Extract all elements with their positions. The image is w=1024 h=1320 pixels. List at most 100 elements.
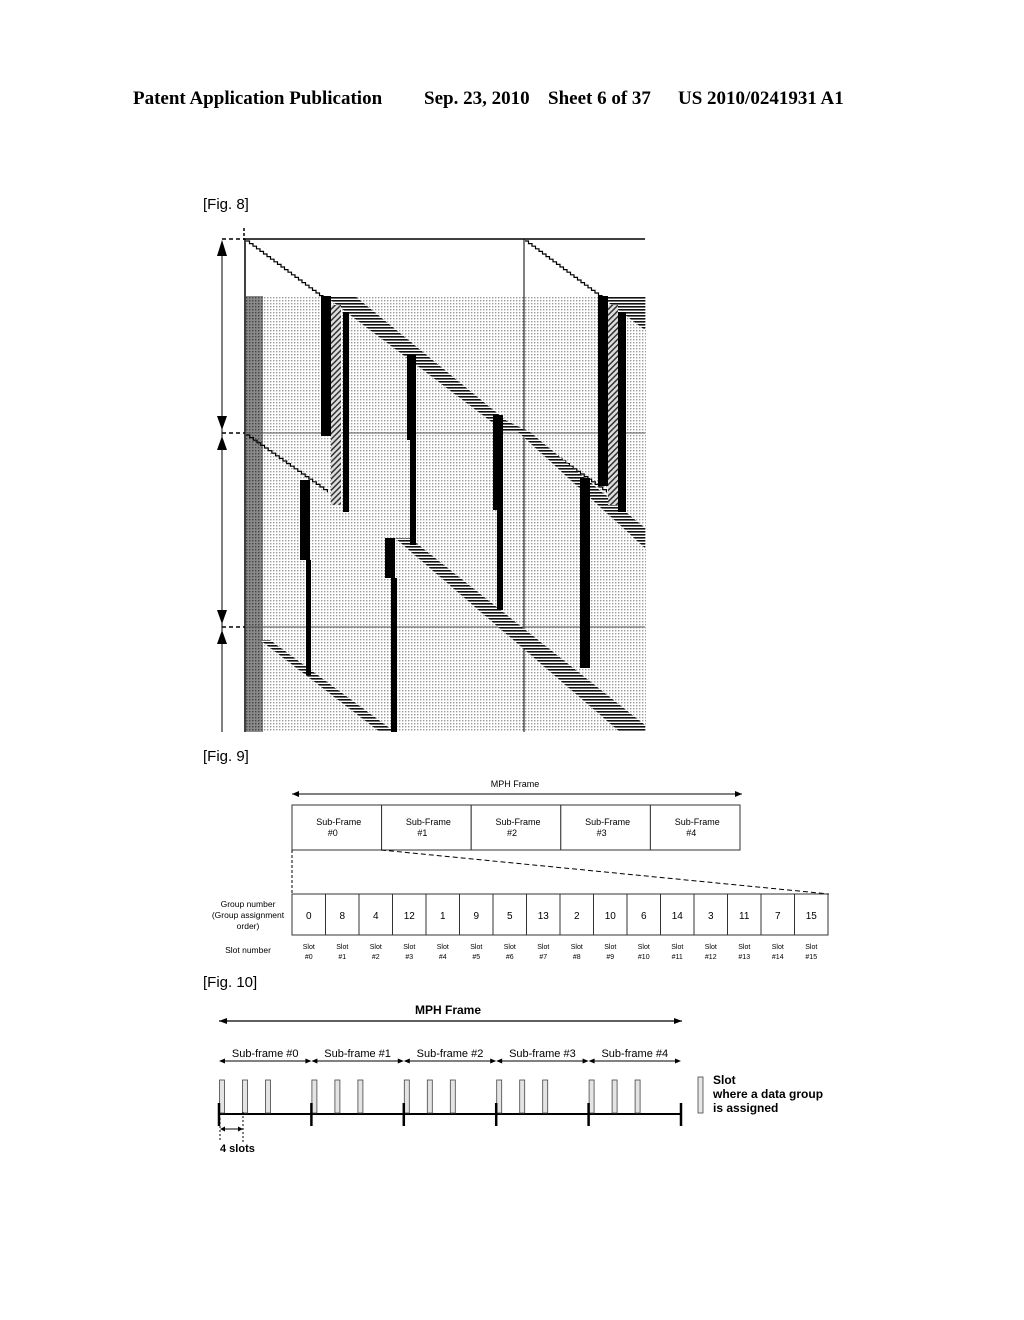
slot-row-label: Slot number	[225, 945, 271, 955]
group-row-label-2: (Group assignment	[212, 910, 285, 920]
fig8-bar	[493, 415, 503, 510]
subframe-label: Sub-Frame	[495, 817, 540, 827]
group-number: 7	[775, 911, 781, 922]
right-arrow-icon	[675, 1058, 681, 1064]
slot-number: #1	[338, 954, 346, 961]
legend-line-3: is assigned	[713, 1101, 778, 1115]
group-cell: 13 Slot #7	[526, 893, 561, 961]
subframe-label: Sub-Frame	[675, 817, 720, 827]
right-arrow-icon	[305, 1058, 312, 1064]
group-cell: 15 Slot #15	[794, 893, 829, 961]
down-arrow-icon	[217, 416, 227, 430]
assigned-slot	[496, 1079, 503, 1114]
slot-prefix: Slot	[638, 944, 650, 951]
slot-number: #13	[738, 954, 750, 961]
slot-number: #0	[305, 954, 313, 961]
right-arrow-icon	[490, 1058, 497, 1064]
up-arrow-icon	[217, 240, 227, 256]
slot-prefix: Slot	[738, 944, 750, 951]
group-number: 11	[739, 911, 750, 922]
subframe-cell: Sub-Frame#3	[560, 804, 651, 851]
slot-prefix: Slot	[671, 944, 683, 951]
subframe-number: #4	[686, 828, 696, 838]
slot-number: #9	[606, 954, 614, 961]
group-cell: 8 Slot #1	[325, 893, 360, 961]
left-arrow-icon	[219, 1018, 227, 1024]
fig8-bar	[385, 538, 395, 578]
left-arrow-icon	[292, 791, 299, 797]
fig10-frame-label: MPH Frame	[415, 1003, 481, 1017]
slot-prefix: Slot	[604, 944, 616, 951]
slot-prefix: Slot	[805, 944, 817, 951]
fig10-subframe: Sub-frame #2	[403, 1048, 497, 1064]
assigned-slot	[334, 1079, 341, 1114]
subframe-label: Sub-Frame	[585, 817, 630, 827]
group-cell: 9 Slot #5	[459, 893, 494, 961]
fig8-bar	[300, 480, 310, 560]
four-slots-label: 4 slots	[220, 1143, 255, 1155]
assigned-slot	[519, 1079, 526, 1114]
left-arrow-icon	[588, 1058, 595, 1064]
slot-prefix: Slot	[437, 944, 449, 951]
subframe-label: Sub-Frame	[406, 817, 451, 827]
slot-number: #5	[472, 954, 480, 961]
group-number: 13	[538, 911, 550, 922]
assigned-slot	[449, 1079, 456, 1114]
right-arrow-icon	[238, 1126, 243, 1132]
slot-number: #3	[405, 954, 413, 961]
group-row-label-1: Group number	[221, 899, 276, 909]
assigned-slot	[588, 1079, 595, 1114]
legend-line-1: Slot	[713, 1073, 736, 1087]
fig8-bar	[306, 560, 311, 675]
subframe-number: #2	[507, 828, 517, 838]
left-arrow-icon	[496, 1058, 503, 1064]
up-arrow-icon	[217, 630, 227, 644]
right-arrow-icon	[397, 1058, 404, 1064]
fig8-bar	[407, 355, 416, 440]
slot-prefix: Slot	[504, 944, 516, 951]
slot-number: #10	[638, 954, 650, 961]
group-cell: 12 Slot #3	[392, 893, 427, 961]
assigned-slot	[634, 1079, 641, 1114]
group-number: 2	[574, 911, 580, 922]
group-number: 10	[605, 911, 617, 922]
subframe-number: #0	[328, 828, 338, 838]
group-number: 14	[672, 911, 684, 922]
slot-number: #7	[539, 954, 547, 961]
slot-prefix: Slot	[303, 944, 315, 951]
fig10-subframe-label: Sub-frame #1	[324, 1048, 391, 1060]
assigned-slot	[426, 1079, 433, 1114]
slot-number: #15	[805, 954, 817, 961]
group-number: 4	[373, 911, 379, 922]
right-arrow-icon	[735, 791, 742, 797]
fig8-bar	[580, 478, 590, 668]
group-cell: 10 Slot #9	[593, 893, 628, 961]
group-number: 0	[306, 911, 312, 922]
slot-prefix: Slot	[537, 944, 549, 951]
group-cell: 3 Slot #12	[693, 893, 728, 961]
assigned-slot	[611, 1079, 618, 1114]
legend-slot-swatch	[697, 1076, 704, 1114]
fig9-frame-label: MPH Frame	[491, 779, 540, 789]
slot-prefix: Slot	[403, 944, 415, 951]
subframe-number: #1	[417, 828, 427, 838]
group-number: 15	[806, 911, 818, 922]
assigned-slot	[265, 1079, 271, 1114]
group-cell: 14 Slot #11	[660, 893, 695, 961]
slot-number: #4	[439, 954, 447, 961]
assigned-slot	[357, 1079, 364, 1114]
group-row-label-3: order)	[237, 921, 260, 931]
group-number: 8	[339, 911, 345, 922]
fig8-staircase-1	[246, 240, 324, 299]
slot-prefix: Slot	[470, 944, 482, 951]
slot-number: #6	[506, 954, 514, 961]
fig10-subframe-label: Sub-frame #0	[232, 1048, 299, 1060]
fig8-left-column	[246, 296, 263, 732]
fig8-bar	[608, 305, 618, 505]
left-arrow-icon	[403, 1058, 410, 1064]
slot-number: #12	[705, 954, 717, 961]
fig8-bar	[391, 578, 397, 732]
subframe-cell: Sub-Frame#4	[649, 804, 741, 851]
slot-number: #2	[372, 954, 380, 961]
assigned-slot	[242, 1079, 248, 1114]
